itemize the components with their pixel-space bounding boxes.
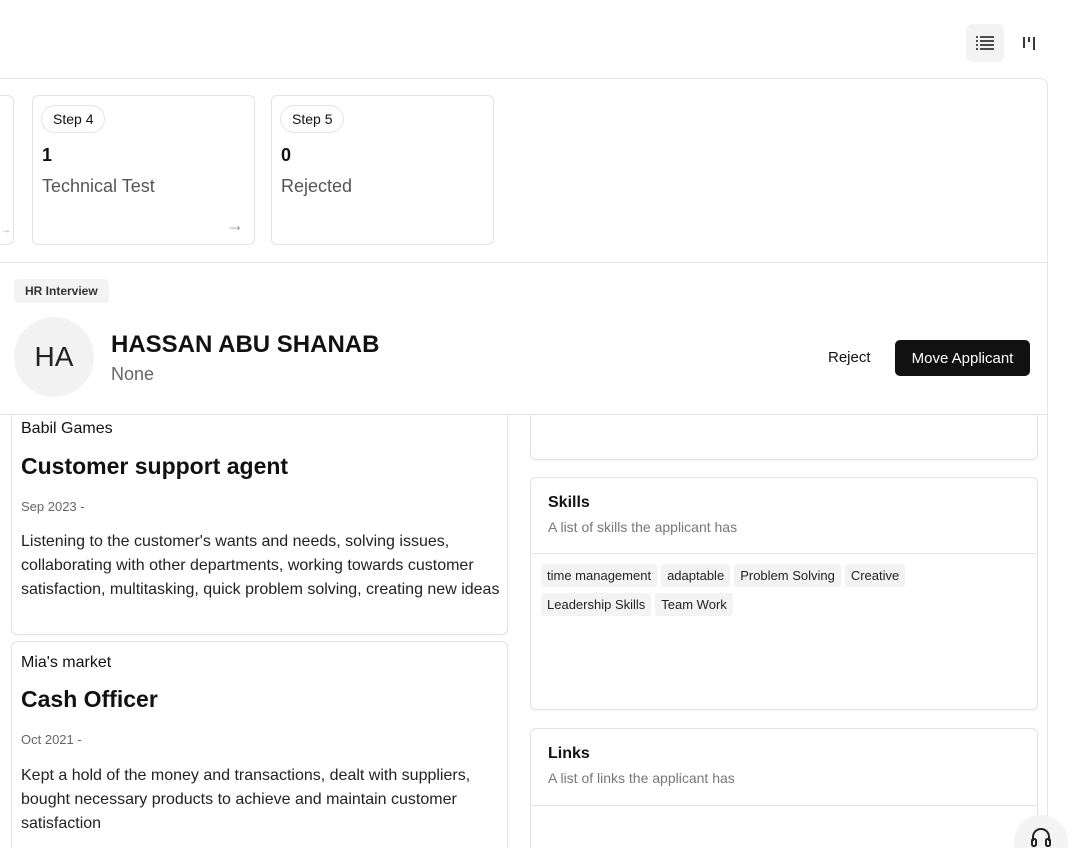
- applicant-subtitle: None: [111, 364, 155, 384]
- skills-subtitle: A list of skills the applicant has: [548, 519, 738, 535]
- skills-title: Skills: [548, 494, 590, 511]
- applicant-name: HASSAN ABU SHANAB: [111, 331, 380, 358]
- skills-card: Skills A list of skills the applicant ha…: [530, 477, 1038, 710]
- step-card-partial[interactable]: →: [0, 95, 14, 245]
- job-title: Customer support agent: [21, 453, 289, 479]
- divider: [0, 262, 1047, 263]
- step-count: 0: [281, 145, 292, 165]
- links-card: Links A list of links the applicant has: [530, 728, 1038, 848]
- step-label: Technical Test: [42, 176, 155, 196]
- skill-tag: Problem Solving: [734, 564, 841, 587]
- kanban-icon: [1023, 37, 1035, 50]
- company: Babil Games: [21, 420, 113, 437]
- step-card-4[interactable]: Step 4 1 Technical Test →: [32, 95, 255, 245]
- experience-card: Mia's market Cash Officer Oct 2021 - Kep…: [11, 641, 508, 848]
- list-view-button[interactable]: [966, 24, 1004, 62]
- headset-icon: [1031, 828, 1051, 847]
- step-badge: Step 5: [280, 105, 345, 133]
- experience-card: Babil Games Customer support agent Sep 2…: [11, 415, 508, 635]
- move-applicant-button[interactable]: Move Applicant: [895, 340, 1030, 376]
- step-badge: Step 4: [41, 105, 106, 133]
- job-title: Cash Officer: [21, 686, 158, 712]
- skill-tag: Team Work: [655, 593, 733, 616]
- step-card-5[interactable]: Step 5 0 Rejected: [271, 95, 494, 245]
- step-count: 1: [42, 145, 53, 165]
- job-date: Oct 2021 -: [21, 732, 82, 747]
- job-description: Listening to the customer's wants and ne…: [21, 533, 500, 598]
- stage-badge: HR Interview: [14, 279, 109, 303]
- skill-tag: Creative: [844, 564, 906, 587]
- skills-list: time management adaptable Problem Solving C…: [541, 564, 1021, 622]
- divider: [0, 414, 1047, 415]
- links-title: Links: [548, 745, 590, 762]
- skill-tag: time management: [541, 564, 658, 587]
- skill-tag: adaptable: [661, 564, 731, 587]
- avatar: HA: [14, 317, 94, 397]
- board-view-button[interactable]: [1010, 24, 1048, 62]
- job-date: Sep 2023 -: [21, 499, 85, 514]
- step-label: Rejected: [281, 176, 353, 196]
- list-icon: [976, 36, 994, 50]
- job-description: Kept a hold of the money and transaction…: [21, 767, 471, 832]
- links-subtitle: A list of links the applicant has: [548, 770, 735, 786]
- arrow-right-icon[interactable]: →: [226, 215, 244, 236]
- company: Mia's market: [21, 654, 112, 671]
- reject-button[interactable]: Reject: [828, 349, 871, 366]
- skill-tag: Leadership Skills: [541, 593, 652, 616]
- arrow-right-icon: →: [1, 225, 11, 236]
